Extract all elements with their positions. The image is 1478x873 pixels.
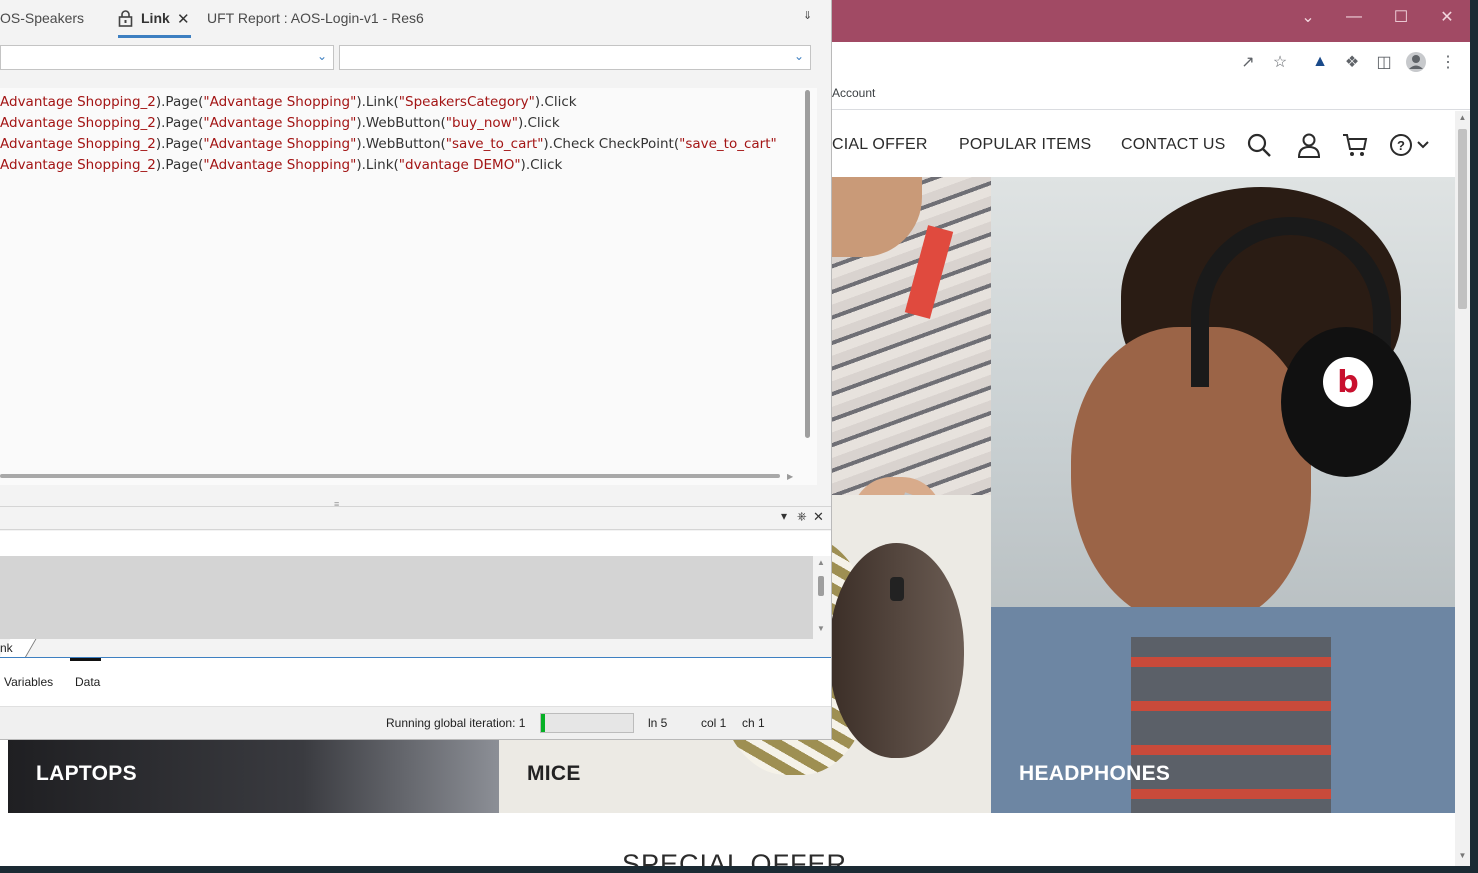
code-token: "SpeakersCategory" — [398, 94, 535, 110]
code-token: Advantage Shopping_2 — [0, 136, 156, 152]
code-token: ).Click — [534, 94, 577, 110]
maximize-button[interactable]: ☐ — [1378, 4, 1424, 30]
pin-icon[interactable]: ⎈ — [797, 509, 807, 524]
nav-popular-items[interactable]: POPULAR ITEMS — [959, 136, 1091, 154]
grid-vscroll-thumb[interactable] — [818, 576, 824, 596]
uft-ide-window: OS-Speakers Link ✕ UFT Report : AOS-Logi… — [0, 0, 832, 740]
code-token: "Advantage Shopping" — [203, 115, 357, 131]
chevron-down-icon: ⌄ — [316, 49, 327, 63]
category-laptops-tile[interactable]: LAPTOPS — [8, 740, 499, 813]
nav-special-offer[interactable]: CIAL OFFER — [832, 136, 928, 154]
tab-data[interactable]: Data — [75, 675, 100, 689]
bookmark-star-icon[interactable]: ☆ — [1268, 50, 1292, 74]
code-token: ).Page( — [155, 136, 204, 152]
code-token: "save_to_cart" — [445, 136, 544, 152]
tab-os-speakers[interactable]: OS-Speakers — [0, 10, 84, 26]
pane-dropdown-icon[interactable]: ▾ — [781, 509, 787, 523]
editor-vertical-scrollbar[interactable] — [804, 88, 812, 466]
code-token: Advantage Shopping_2 — [0, 94, 156, 110]
lock-icon — [118, 10, 133, 27]
code-token: "Advantage Shopping" — [203, 94, 357, 110]
pane-close-icon[interactable]: ✕ — [813, 509, 824, 525]
code-token: ).Page( — [155, 94, 204, 110]
code-line-4[interactable]: Advantage Shopping_2).Page("Advantage Sh… — [0, 157, 562, 173]
help-dropdown-icon[interactable]: ? — [1388, 131, 1432, 159]
code-token: "Advantage Shopping" — [203, 157, 357, 173]
status-column: col 1 — [701, 716, 727, 730]
method-combo[interactable]: ⌄ — [339, 45, 811, 70]
data-tab-indicator — [70, 658, 101, 661]
cart-icon[interactable] — [1341, 131, 1369, 159]
status-iteration: Running global iteration: 1 — [386, 716, 526, 730]
tab-link[interactable]: Link — [141, 10, 170, 26]
code-token: "save_to_cart" — [679, 136, 777, 152]
pane-input-field[interactable] — [0, 531, 831, 556]
bookmark-account[interactable]: Account — [832, 86, 875, 100]
code-line-1[interactable]: Advantage Shopping_2).Page("Advantage Sh… — [0, 94, 577, 110]
active-tab-indicator — [118, 35, 191, 38]
page-scrollbar-thumb[interactable] — [1458, 129, 1467, 309]
code-token: "dvantage DEMO" — [398, 157, 521, 173]
extension-drive-icon[interactable]: ▲ — [1308, 50, 1332, 74]
data-grid-area[interactable] — [0, 556, 813, 639]
scroll-right-arrow-icon[interactable]: ▶ — [787, 472, 793, 481]
code-token: ).Click — [517, 115, 560, 131]
nav-contact-us[interactable]: CONTACT US — [1121, 136, 1226, 154]
tab-variables[interactable]: Variables — [4, 675, 53, 689]
code-token: Advantage Shopping_2 — [0, 157, 156, 173]
code-token: ).Link( — [356, 94, 399, 110]
editor-horizontal-scrollbar[interactable] — [0, 473, 790, 479]
special-offer-section: SPECIAL OFFER — [8, 813, 1455, 866]
tab-link-close-icon[interactable]: ✕ — [177, 10, 190, 28]
page-scrollbar[interactable]: ▲ ▼ — [1455, 111, 1470, 866]
user-icon[interactable] — [1295, 131, 1323, 159]
profile-avatar-icon[interactable] — [1404, 50, 1428, 74]
tab-overflow-chevron-icon[interactable]: ⇓ — [803, 9, 812, 22]
tab-uft-report[interactable]: UFT Report : AOS-Login-v1 - Res6 — [207, 10, 424, 26]
code-token: "buy_now" — [445, 115, 518, 131]
tab-search-chevron-icon[interactable]: ⌄ — [1285, 4, 1331, 30]
search-icon[interactable] — [1245, 131, 1273, 159]
code-token: ).WebButton( — [356, 115, 446, 131]
code-line-2[interactable]: Advantage Shopping_2).Page("Advantage Sh… — [0, 115, 560, 131]
run-progress-bar — [540, 713, 634, 733]
svg-text:?: ? — [1397, 138, 1405, 153]
code-line-3[interactable]: Advantage Shopping_2).Page("Advantage Sh… — [0, 136, 777, 152]
side-panel-icon[interactable]: ◫ — [1372, 50, 1396, 74]
object-combo[interactable]: ⌄ — [0, 45, 334, 70]
category-laptops-label[interactable]: LAPTOPS — [36, 762, 137, 786]
bottom-pane-header — [0, 506, 831, 530]
promo-image-woman — [832, 177, 991, 495]
category-headphones-label[interactable]: HEADPHONES — [1019, 762, 1170, 786]
code-token: ).Check CheckPoint( — [543, 136, 680, 152]
status-line: ln 5 — [648, 716, 668, 730]
code-token: "Advantage Shopping" — [203, 136, 357, 152]
editor-hscroll-thumb[interactable] — [0, 474, 780, 478]
special-offer-heading: SPECIAL OFFER — [622, 849, 848, 866]
code-token: ).Page( — [155, 115, 204, 131]
close-window-button[interactable]: ✕ — [1424, 4, 1470, 30]
extensions-puzzle-icon[interactable]: ❖ — [1340, 50, 1364, 74]
category-headphones-tile[interactable]: b HEADPHONES — [991, 177, 1455, 813]
code-token: ).Click — [520, 157, 563, 173]
chevron-down-icon: ⌄ — [793, 49, 804, 63]
run-progress-fill — [541, 714, 545, 732]
code-token: ).Link( — [356, 157, 399, 173]
sheet-tab-strip — [0, 639, 831, 658]
beats-logo: b — [1323, 357, 1373, 407]
code-token: ).WebButton( — [356, 136, 446, 152]
bottom-tab-strip — [0, 658, 831, 706]
more-menu-icon[interactable]: ⋮ — [1436, 50, 1460, 74]
status-char: ch 1 — [742, 716, 765, 730]
share-icon[interactable]: ↗ — [1236, 50, 1260, 74]
code-token: Advantage Shopping_2 — [0, 115, 156, 131]
category-mice-label[interactable]: MICE — [527, 762, 581, 786]
editor-vscroll-thumb[interactable] — [805, 90, 810, 438]
grid-vertical-scrollbar[interactable]: ▲ ▼ — [815, 556, 827, 638]
minimize-button[interactable]: — — [1331, 4, 1377, 30]
code-token: ).Page( — [155, 157, 204, 173]
sheet-tab-link[interactable]: nk — [0, 641, 13, 655]
